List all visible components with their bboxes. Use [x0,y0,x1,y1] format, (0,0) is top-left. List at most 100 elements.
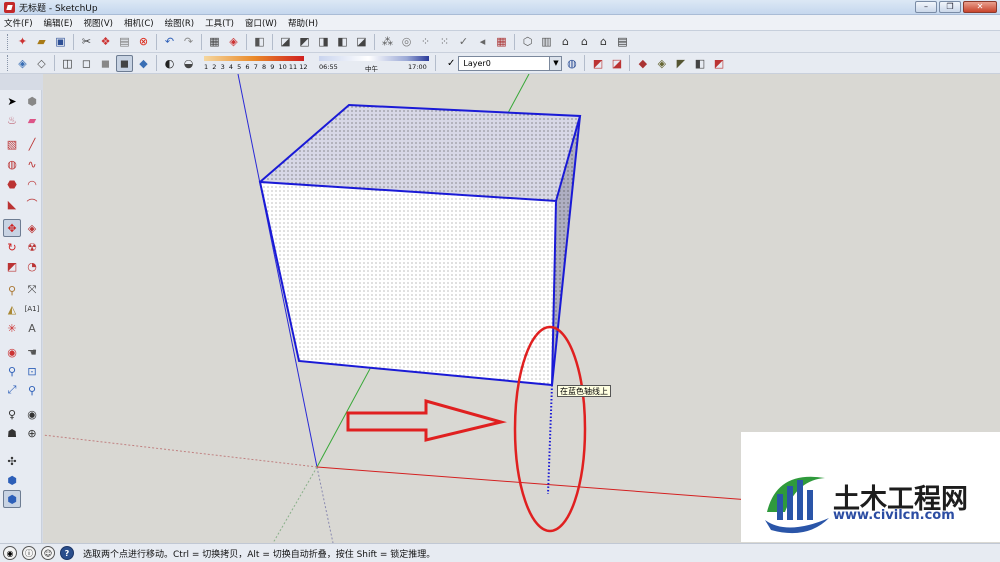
dimension-icon[interactable]: ⤧ [23,281,41,299]
shaded-icon[interactable]: ◼ [97,55,114,72]
eraser-icon[interactable]: ▰ [23,111,41,129]
walk-icon[interactable]: ☗ [3,424,21,442]
minimize-button[interactable]: – [915,1,937,13]
look-around-icon[interactable]: ◉ [23,405,41,423]
cut-icon[interactable]: ✂ [78,33,95,50]
polygon-icon[interactable]: ⬣ [3,175,21,193]
time-slider-track[interactable] [319,55,429,61]
close-button[interactable]: ✕ [963,1,997,13]
left-view-icon[interactable]: ◪ [353,33,370,50]
section-plane-icon[interactable]: ◩ [589,55,606,72]
stamp-icon[interactable]: ⁙ [436,33,453,50]
rectangle-icon[interactable]: ▧ [3,135,21,153]
position-camera-icon[interactable]: ♀ [3,405,21,423]
hidden-line-icon[interactable]: ◻ [78,55,95,72]
text-icon[interactable]: [A1] [23,300,41,318]
right-view-icon[interactable]: ◨ [315,33,332,50]
zoom-extents-icon[interactable]: ⤢ [3,381,21,399]
shadows-icon[interactable]: ◐ [161,55,178,72]
position-camera-icon[interactable]: ◤ [672,55,689,72]
chevron-down-icon[interactable]: ▼ [549,56,562,70]
menu-file[interactable]: 文件(F) [4,17,33,29]
menu-edit[interactable]: 编辑(E) [44,17,73,29]
layer-dropdown[interactable]: Layer0 ▼ [458,55,563,71]
back-edges-icon[interactable]: ◇ [33,55,50,72]
save-icon[interactable]: ▣ [52,33,69,50]
sandbox-from-contours-icon[interactable]: ⁂ [379,33,396,50]
menu-window[interactable]: 窗口(W) [245,17,277,29]
paint-bucket-icon[interactable]: ♨ [3,111,21,129]
section-display-icon[interactable]: ◪ [608,55,625,72]
print-icon[interactable]: ▦ [206,33,223,50]
arc3-icon[interactable]: ⌒ [23,195,41,213]
geo-location-icon[interactable]: ◉ [3,546,17,560]
push-pull-icon[interactable]: ◈ [23,219,41,237]
wall-icon[interactable]: ⌂ [595,33,612,50]
arc-icon[interactable]: ◠ [23,175,41,193]
sandbox-icon[interactable]: ⬢ [3,471,21,489]
monochrome-icon[interactable]: ◆ [135,55,152,72]
menu-view[interactable]: 视图(V) [84,17,113,29]
wireframe-icon[interactable]: ◫ [59,55,76,72]
roof-icon[interactable]: ⌂ [576,33,593,50]
axes-icon[interactable]: ✳ [3,319,21,337]
menu-draw[interactable]: 绘图(R) [165,17,195,29]
menu-camera[interactable]: 相机(C) [124,17,154,29]
zoom-icon[interactable]: ⚲ [3,362,21,380]
pie-icon[interactable]: ◣ [3,195,21,213]
flip-edge-icon[interactable]: ▦ [493,33,510,50]
redo-icon[interactable]: ↷ [180,33,197,50]
user-icon[interactable]: ☺ [41,546,55,560]
credits-icon[interactable]: ⓘ [22,546,36,560]
drape-icon[interactable]: ✓ [455,33,472,50]
lock-icon[interactable]: ◩ [710,55,727,72]
zoom-window-icon[interactable]: ⊡ [23,362,41,380]
menu-tools[interactable]: 工具(T) [205,17,234,29]
erase-icon[interactable]: ⊗ [135,33,152,50]
orbit-icon[interactable]: ◉ [3,343,21,361]
look-around-icon[interactable]: ◧ [691,55,708,72]
tape-measure-icon[interactable]: ⚲ [3,281,21,299]
model-info-icon[interactable]: ◈ [225,33,242,50]
previous-icon[interactable]: ⚲ [23,381,41,399]
scale-icon[interactable]: ◩ [3,257,21,275]
add-detail-icon[interactable]: ◂ [474,33,491,50]
line-icon[interactable]: ╱ [23,135,41,153]
circle-icon[interactable]: ◍ [3,155,21,173]
fog-icon[interactable]: ◒ [180,55,197,72]
section-plane-icon[interactable]: ⊕ [23,424,41,442]
xray-icon[interactable]: ◈ [14,55,31,72]
offset-icon[interactable]: ◔ [23,257,41,275]
house-icon[interactable]: ⌂ [557,33,574,50]
3d-text-icon[interactable]: A [23,319,41,337]
warehouse-icon[interactable]: ▥ [538,33,555,50]
section-cut-icon[interactable]: ◆ [634,55,651,72]
front-view-icon[interactable]: ◩ [296,33,313,50]
component-icon[interactable]: ⬡ [519,33,536,50]
move-icon[interactable]: ✥ [3,219,21,237]
top-view-icon[interactable]: ◪ [277,33,294,50]
stairs-icon[interactable]: ▤ [614,33,631,50]
shaded-texture-icon[interactable]: ◼ [116,54,133,72]
smoove-icon[interactable]: ⁘ [417,33,434,50]
undo-icon[interactable]: ↶ [161,33,178,50]
paste-icon[interactable]: ▤ [116,33,133,50]
smoove-icon[interactable]: ⬢ [3,490,21,508]
open-icon[interactable]: ▰ [33,33,50,50]
follow-me-icon[interactable]: ☢ [23,238,41,256]
box-front-face[interactable] [260,182,556,385]
copy-icon[interactable]: ❖ [97,33,114,50]
month-slider-track[interactable] [204,55,304,61]
back-view-icon[interactable]: ◧ [334,33,351,50]
help-icon[interactable]: ? [60,546,74,560]
new-icon[interactable]: ✦ [14,33,31,50]
protractor-icon[interactable]: ◭ [3,300,21,318]
iso-view-icon[interactable]: ◧ [251,33,268,50]
orbit-nav-icon[interactable]: ✣ [3,452,21,470]
pan-icon[interactable]: ☚ [23,343,41,361]
menu-help[interactable]: 帮助(H) [288,17,318,29]
freehand-icon[interactable]: ∿ [23,155,41,173]
maximize-button[interactable]: ❐ [939,1,961,13]
rotate-icon[interactable]: ↻ [3,238,21,256]
make-component-icon[interactable]: ⬢ [23,92,41,110]
